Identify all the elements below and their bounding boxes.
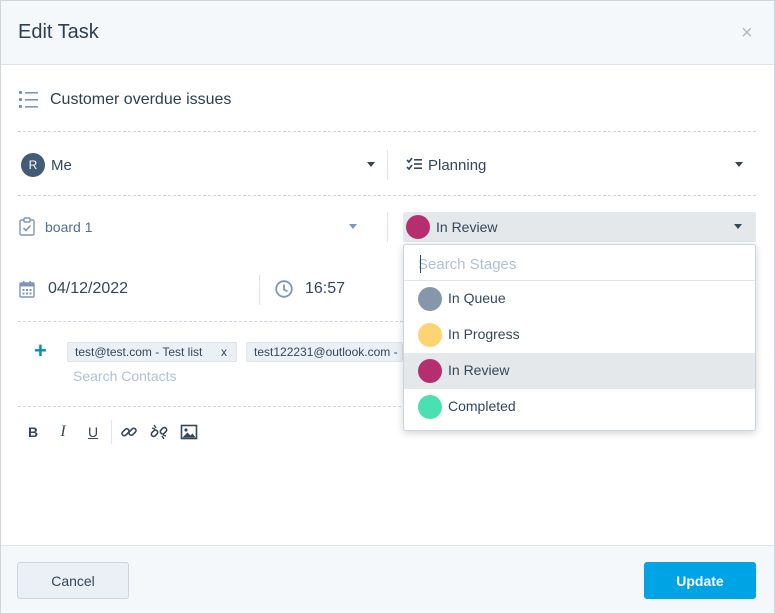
cancel-button[interactable]: Cancel xyxy=(17,562,129,599)
column-separator xyxy=(259,275,260,305)
toolbar-separator xyxy=(111,420,112,444)
clipboard-check-icon xyxy=(19,217,35,236)
contact-chip: test122231@outlook.com - xyxy=(246,342,403,362)
board-select[interactable]: board 1 xyxy=(45,219,92,235)
assignee-select[interactable]: Me xyxy=(51,157,72,174)
divider xyxy=(18,131,756,132)
column-separator xyxy=(387,212,388,242)
stage-color-dot xyxy=(418,287,442,311)
stage-option-label: In Queue xyxy=(448,290,506,306)
due-date-input[interactable]: 04/12/2022 xyxy=(48,280,128,298)
avatar: R xyxy=(21,153,45,177)
assignee-chevron-down-icon[interactable] xyxy=(367,162,375,167)
italic-button[interactable]: I xyxy=(53,422,73,442)
unlink-icon[interactable] xyxy=(149,422,169,442)
dialog-footer: Cancel Update xyxy=(1,545,774,613)
remove-contact-icon[interactable]: x xyxy=(221,343,227,361)
link-icon[interactable] xyxy=(119,422,139,442)
stage-option-label: Completed xyxy=(448,398,516,414)
stage-dropdown: In Queue In Progress In Review Completed xyxy=(403,244,756,431)
underline-button[interactable]: U xyxy=(83,422,103,442)
stage-color-dot xyxy=(406,215,430,239)
stage-chevron-down-icon[interactable] xyxy=(734,224,742,229)
stage-select[interactable]: In Review xyxy=(403,212,756,242)
stage-option-label: In Progress xyxy=(448,326,520,342)
stage-search-box xyxy=(404,245,755,281)
column-separator xyxy=(387,150,388,180)
stage-option-in-queue[interactable]: In Queue xyxy=(404,281,755,317)
search-contacts-input[interactable] xyxy=(73,367,373,385)
dialog-title: Edit Task xyxy=(18,21,99,43)
stage-color-dot xyxy=(418,359,442,383)
bold-button[interactable]: B xyxy=(23,422,43,442)
add-contact-plus-icon[interactable]: + xyxy=(34,340,47,362)
task-title[interactable]: Customer overdue issues xyxy=(50,91,231,109)
update-button[interactable]: Update xyxy=(644,562,756,599)
contact-chip-label: test@test.com - Test list xyxy=(75,345,203,359)
divider xyxy=(18,321,408,322)
calendar-icon xyxy=(19,281,35,298)
divider xyxy=(18,195,756,196)
stage-option-in-progress[interactable]: In Progress xyxy=(404,317,755,353)
image-icon[interactable] xyxy=(179,422,199,442)
text-cursor xyxy=(420,255,421,273)
close-icon[interactable]: × xyxy=(741,23,753,43)
contact-chip-label: test122231@outlook.com - xyxy=(254,345,398,359)
edit-task-dialog: Edit Task × Customer overdue issues R Me… xyxy=(0,0,775,614)
stage-option-label: In Review xyxy=(448,362,510,378)
stage-color-dot xyxy=(418,395,442,419)
stage-option-in-review[interactable]: In Review xyxy=(404,353,755,389)
checklist-icon xyxy=(406,157,422,171)
task-type-select[interactable]: Planning xyxy=(428,157,486,174)
stage-option-completed[interactable]: Completed xyxy=(404,389,755,425)
type-chevron-down-icon[interactable] xyxy=(735,162,743,167)
dialog-header: Edit Task × xyxy=(1,1,774,65)
task-list-icon xyxy=(19,91,38,108)
clock-icon xyxy=(275,280,293,298)
board-chevron-down-icon[interactable] xyxy=(349,224,357,229)
stage-select-value: In Review xyxy=(436,219,498,235)
search-stages-input[interactable] xyxy=(418,253,738,275)
contact-chip: test@test.com - Test list x xyxy=(67,342,237,362)
due-time-input[interactable]: 16:57 xyxy=(305,280,345,298)
stage-color-dot xyxy=(418,323,442,347)
